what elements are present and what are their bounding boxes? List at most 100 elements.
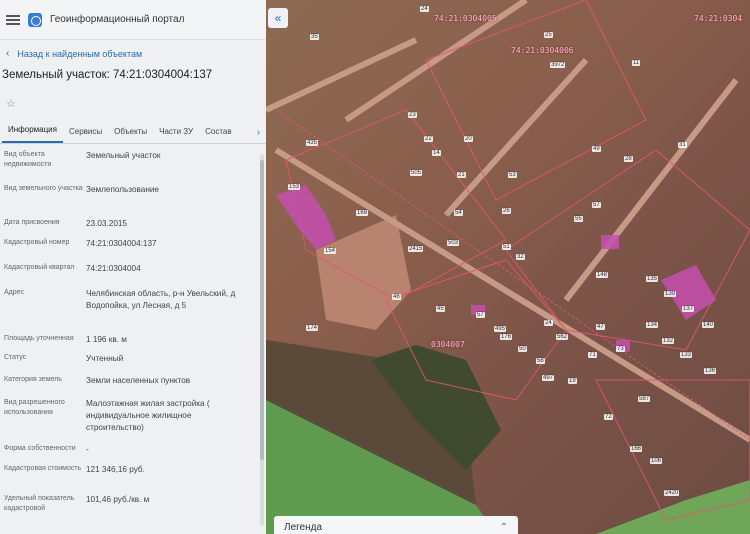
detail-key: Площадь уточненная <box>4 335 74 342</box>
parcel-number[interactable]: 495 <box>494 326 507 332</box>
detail-value: Учтенный <box>86 354 124 363</box>
back-to-results-link[interactable]: ‹ Назад к найденным объектам <box>0 40 266 65</box>
parcel-number[interactable]: 47 <box>596 324 605 330</box>
parcel-number[interactable]: 55 <box>574 216 583 222</box>
parcel-number[interactable]: 45 <box>436 306 445 312</box>
parcel-number[interactable]: 134 <box>646 322 659 328</box>
tab-bar: Информация Сервисы Объекты Части ЗУ Сост… <box>0 120 266 144</box>
parcel-number[interactable]: 72 <box>604 414 613 420</box>
chevron-right-icon[interactable]: › <box>257 127 260 137</box>
parcel-number[interactable]: 3972 <box>550 62 566 68</box>
parcel-number[interactable]: 22 <box>424 136 433 142</box>
parcel-number[interactable]: 20 <box>464 136 473 142</box>
parcel-number[interactable]: 2420 <box>664 490 680 496</box>
detail-key: Статус <box>4 354 27 361</box>
parcel-number[interactable]: 50 <box>518 346 527 352</box>
parcel-number[interactable]: 26 <box>502 208 511 214</box>
parcel-number[interactable]: 71 <box>588 352 597 358</box>
parcel-number[interactable]: 148 <box>596 272 609 278</box>
parcel-number[interactable]: 25 <box>544 32 553 38</box>
legend-panel[interactable]: Легенда ⌃ <box>274 516 518 534</box>
parcel-number[interactable]: 562 <box>556 334 569 340</box>
detail-value: Малоэтажная жилая застройка ( индивидуал… <box>86 399 210 432</box>
detail-key: Удельный показатель кадастровой <box>4 495 75 512</box>
parcel-number[interactable]: 435 <box>306 140 319 146</box>
parcel-number[interactable]: 21 <box>457 172 466 178</box>
parcel-number[interactable]: 132 <box>662 338 675 344</box>
parcel-number[interactable]: 31 <box>678 142 687 148</box>
parcel-number[interactable]: 35 <box>310 34 319 40</box>
detail-value: Земли населенных пунктов <box>86 376 191 385</box>
scrollbar-thumb[interactable] <box>260 160 264 460</box>
parcel-number[interactable]: 23 <box>408 112 417 118</box>
legend-title: Легенда <box>284 521 323 533</box>
detail-row: Площадь уточненная 1 196 кв. м <box>4 334 264 353</box>
parcel-number[interactable]: 503 <box>447 240 460 246</box>
parcel-number[interactable]: 174 <box>306 325 319 331</box>
detail-value: 101,46 руб./кв. м <box>86 495 150 504</box>
parcel-number[interactable]: 135 <box>646 276 659 282</box>
parcel-number[interactable]: 57 <box>476 312 485 318</box>
detail-key: Вид разрешенного использования <box>4 399 65 416</box>
parcel-number[interactable]: 54 <box>454 210 463 216</box>
green-field <box>596 480 750 534</box>
parcel-number[interactable]: 137 <box>682 306 695 312</box>
detail-key: Кадастровый квартал <box>4 264 75 271</box>
parcel-number[interactable]: 136 <box>704 368 717 374</box>
parcel-number[interactable]: 53 <box>508 172 517 178</box>
detail-row: Кадастровый номер 74:21:0304004:137 <box>4 238 264 263</box>
parcel-number[interactable]: 153 <box>288 184 301 190</box>
parcel-number[interactable]: 154 <box>324 248 337 254</box>
parcel-number[interactable]: 51 <box>502 244 511 250</box>
parcel-number[interactable]: 497 <box>542 375 555 381</box>
parcel-number[interactable]: 11 <box>632 60 641 66</box>
parcel-number[interactable]: 28 <box>624 156 633 162</box>
detail-key: Вид объекта недвижимости <box>4 151 52 168</box>
parcel-number[interactable]: 73 <box>616 346 625 352</box>
double-chevron-left-icon[interactable]: « <box>268 8 288 28</box>
detail-value: Челябинская область, р-н Увельский, д Во… <box>86 289 236 310</box>
parcel-number[interactable]: 166 <box>630 446 643 452</box>
tab-objects[interactable]: Объекты <box>108 127 153 143</box>
parcel-number[interactable]: 176 <box>500 334 513 340</box>
tab-services[interactable]: Сервисы <box>63 127 108 143</box>
parcel-number[interactable]: 139 <box>664 291 677 297</box>
panel-scrollbar[interactable] <box>260 154 264 526</box>
parcel-number[interactable]: 169 <box>356 210 369 216</box>
parcel-number[interactable]: 58 <box>536 358 545 364</box>
tab-composition[interactable]: Состав <box>199 127 238 143</box>
parcel-number[interactable]: 24 <box>420 6 429 12</box>
detail-value: Землепользование <box>86 185 159 194</box>
parcel-number[interactable]: 24 <box>544 320 553 326</box>
cadastral-map[interactable]: 74:21:0304005 74:21:0304006 74:21:0304 0… <box>266 0 750 534</box>
app-header: Геоинформационный портал <box>0 0 266 40</box>
parcel-number[interactable]: 587 <box>638 396 651 402</box>
tab-parts[interactable]: Части ЗУ <box>153 127 199 143</box>
parcel-number[interactable]: 46 <box>392 294 401 300</box>
detail-key: Кадастровый номер <box>4 239 70 246</box>
hamburger-icon[interactable] <box>6 14 20 25</box>
parcel-number[interactable]: 140 <box>702 322 715 328</box>
star-icon[interactable]: ☆ <box>0 89 266 120</box>
app-title: Геоинформационный портал <box>50 14 185 25</box>
parcel-number[interactable]: 32 <box>516 254 525 260</box>
quarter-label: 74:21:0304006 <box>511 46 574 55</box>
object-title: Земельный участок: 74:21:0304004:137 <box>2 69 213 81</box>
parcel-number[interactable]: 49 <box>592 146 601 152</box>
detail-row: Кадастровая стоимость 121 346,16 руб. <box>4 464 264 494</box>
parcel-number[interactable]: 2415 <box>408 246 424 252</box>
detail-value: Земельный участок <box>86 151 161 160</box>
parcel-number[interactable]: 14 <box>432 150 441 156</box>
detail-row: Адрес Челябинская область, р-н Увельский,… <box>4 288 264 334</box>
detail-key: Дата присвоения <box>4 219 60 226</box>
parcel-number[interactable]: 57 <box>592 202 601 208</box>
detail-key: Адрес <box>4 289 25 296</box>
chevron-up-icon[interactable]: ⌃ <box>500 522 508 533</box>
parcel-number[interactable]: 505 <box>410 170 423 176</box>
parcel-number[interactable]: 133 <box>680 352 693 358</box>
detail-row: Дата присвоения 23.03.2015 <box>4 218 264 238</box>
object-info-panel: Геоинформационный портал ‹ Назад к найде… <box>0 0 266 534</box>
tab-info[interactable]: Информация <box>2 125 63 143</box>
parcel-number[interactable]: 19 <box>568 378 577 384</box>
parcel-number[interactable]: 106 <box>650 458 663 464</box>
